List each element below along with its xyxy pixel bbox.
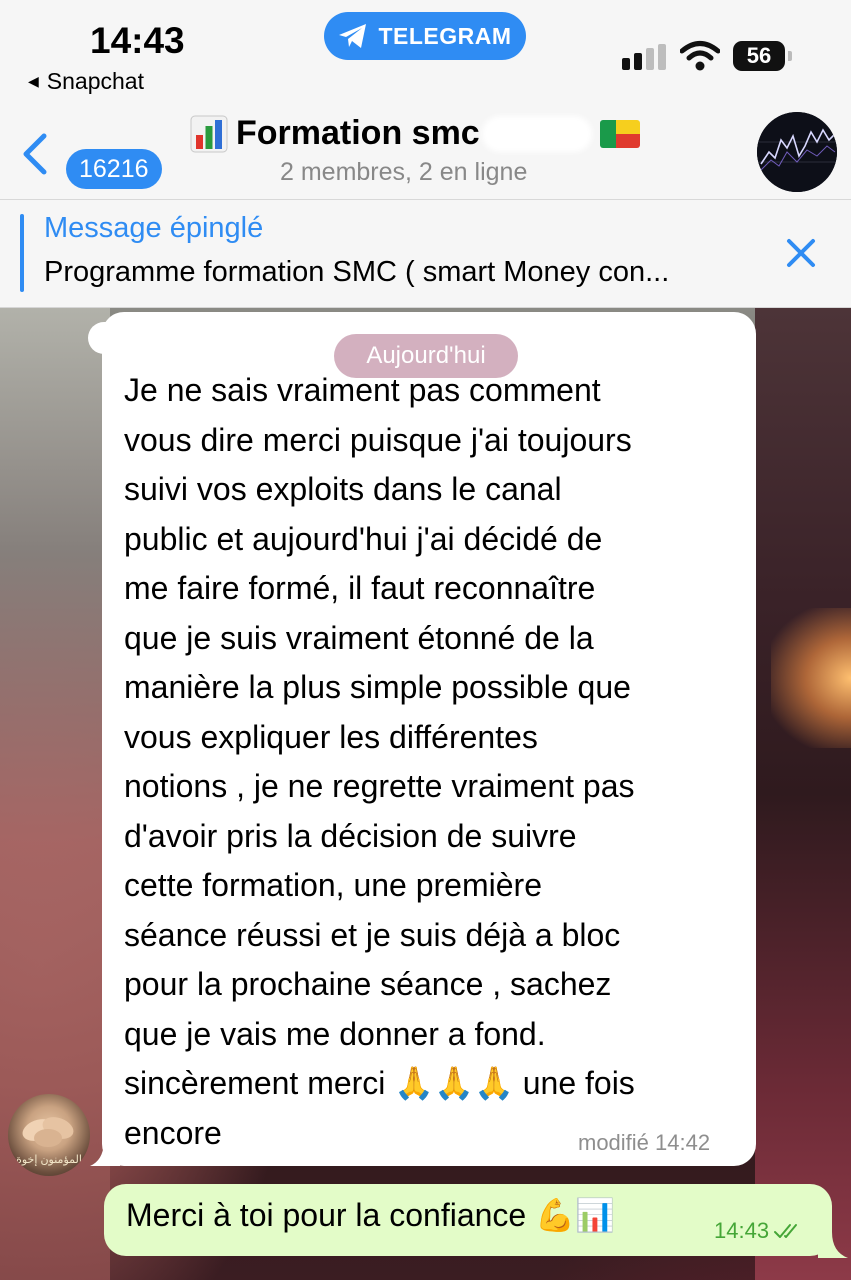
incoming-message-meta: modifié 14:42: [578, 1130, 711, 1155]
status-time: 14:43: [90, 20, 185, 61]
back-button[interactable]: 16216: [14, 128, 164, 189]
close-pinned-icon[interactable]: [784, 236, 818, 270]
message-line: sincèrement merci 🙏🙏🙏 une fois: [124, 1065, 635, 1101]
message-line: public et aujourd'hui j'ai décidé de: [124, 520, 603, 557]
incoming-bubble-tail: [90, 1140, 120, 1166]
trading-chart-avatar-image: [757, 112, 837, 192]
message-line: que je suis vraiment étonné de la: [124, 619, 594, 656]
wifi-icon: [680, 41, 720, 71]
message-line: me faire formé, il faut reconnaître: [124, 570, 596, 606]
message-line: pour la prochaine séance , sachez: [124, 966, 612, 1002]
telegram-plane-icon: [339, 24, 367, 48]
sender-avatar-caption: المؤمنون إخوة: [16, 1154, 82, 1166]
message-line: Je ne sais vraiment pas comment: [124, 372, 601, 408]
back-app-label: Snapchat: [46, 68, 144, 94]
back-to-app-link[interactable]: ◀ Snapchat: [28, 68, 144, 95]
background-photo-right: [755, 308, 851, 1280]
battery-indicator: 56: [733, 41, 785, 71]
telegram-pill-label: TELEGRAM: [378, 22, 512, 49]
group-avatar[interactable]: [757, 112, 837, 192]
background-light-glow: [771, 608, 851, 748]
unread-count-badge: 16216: [66, 149, 162, 189]
message-line: notions , je ne regrette vraiment pas: [124, 768, 635, 804]
pinned-title: Message épinglé: [44, 212, 264, 244]
chat-title-row[interactable]: Formation smc: [190, 114, 640, 153]
pinned-text: Programme formation SMC ( smart Money co…: [44, 256, 670, 288]
message-line: que je vais me donner a fond.: [124, 1015, 546, 1052]
benin-flag-icon: [599, 119, 640, 148]
battery-tip: [788, 51, 792, 61]
message-line: d'avoir pris la décision de suivre: [124, 817, 577, 854]
redacted-title-part: [481, 115, 592, 152]
status-bar: 14:43 ◀ Snapchat TELEGRAM 56: [0, 0, 851, 110]
message-line: suivi vos exploits dans le canal: [124, 471, 562, 507]
double-check-icon: [774, 1224, 798, 1238]
pinned-accent-bar: [20, 214, 24, 292]
message-line: vous expliquer les différentes: [124, 718, 538, 755]
back-triangle-icon: ◀: [28, 73, 39, 89]
incoming-message-text: Je ne sais vraiment pas comment vous dire…: [124, 366, 744, 1158]
outgoing-message-text: Merci à toi pour la confiance 💪📊: [126, 1197, 615, 1233]
battery-level: 56: [746, 43, 772, 68]
chevron-left-icon: [23, 133, 47, 175]
message-line: vous dire merci puisque j'ai toujours: [124, 421, 632, 458]
outgoing-bubble-tail: [818, 1232, 848, 1258]
cellular-signal-icon: [622, 44, 666, 72]
outgoing-message-meta: 14:43: [714, 1218, 803, 1244]
chat-title: Formation smc: [236, 114, 480, 152]
chat-subtitle: 2 membres, 2 en ligne: [280, 158, 528, 186]
bar-chart-icon: [190, 115, 228, 152]
chat-header: 16216 Formation smc 2 membres, 2 en lign…: [0, 110, 851, 200]
sender-avatar[interactable]: المؤمنون إخوة: [8, 1094, 90, 1176]
outgoing-message-time: 14:43: [714, 1218, 770, 1243]
pinned-message-banner[interactable]: Message épinglé Programme formation SMC …: [0, 200, 851, 308]
message-line: manière la plus simple possible que: [124, 669, 631, 705]
message-line: cette formation, une première: [124, 867, 542, 903]
message-line: séance réussi et je suis déjà a bloc: [124, 916, 621, 953]
telegram-pill[interactable]: TELEGRAM: [324, 12, 526, 60]
